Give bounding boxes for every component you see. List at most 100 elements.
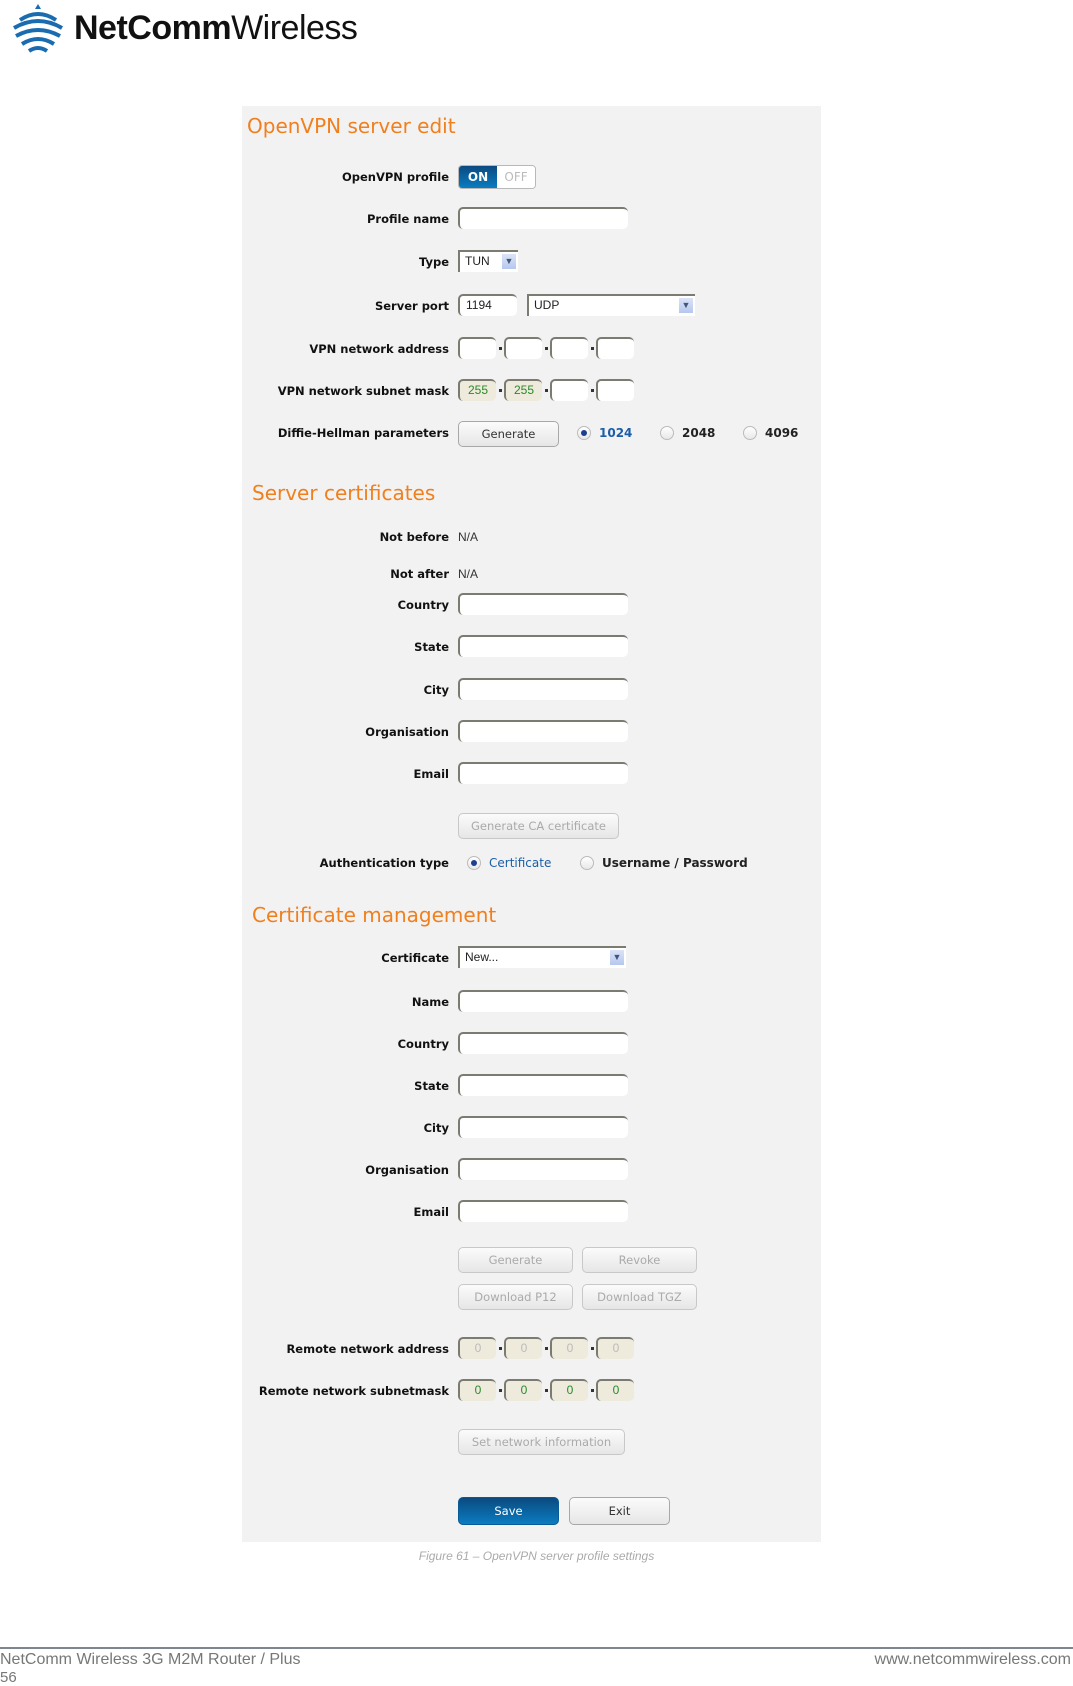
vpn-address-octet-2[interactable] [504,337,542,359]
brand-name: NetCommWireless [74,8,358,47]
footer-url[interactable]: www.netcommwireless.com [875,1651,1071,1669]
cert-revoke-button[interactable]: Revoke [582,1247,697,1273]
server-organisation-input[interactable] [458,720,628,742]
vpn-address-octet-3[interactable] [550,337,588,359]
dh-generate-button[interactable]: Generate [458,421,559,447]
label: Server port [374,299,449,313]
vpn-mask-octet-4[interactable] [596,379,634,401]
label: Organisation [365,725,449,739]
dh-radio-1024[interactable]: 1024 [577,426,632,440]
octet-separator [591,1389,594,1392]
figure-caption: Figure 61 – OpenVPN server profile setti… [418,1549,655,1563]
type-select[interactable]: TUN ▼ [458,250,518,272]
radio-label: 4096 [765,426,799,440]
vpn-address-octet-1[interactable] [458,337,496,359]
remote-mask-octet-1[interactable]: 0 [458,1379,496,1401]
dh-radio-2048[interactable]: 2048 [660,426,715,440]
server-email-input[interactable] [458,762,628,784]
octet-separator [499,1347,502,1350]
label: State [414,1079,449,1093]
label: City [423,683,449,697]
footer-product: NetComm Wireless 3G M2M Router / Plus [0,1651,301,1668]
profile-name-input[interactable] [458,207,628,229]
download-p12-button[interactable]: Download P12 [458,1284,573,1310]
vpn-address-octet-4[interactable] [596,337,634,359]
label: Not before [379,530,449,544]
cert-name-input[interactable] [458,990,628,1012]
cert-organisation-input[interactable] [458,1158,628,1180]
cert-state-input[interactable] [458,1074,628,1096]
vpn-mask-octet-2[interactable]: 255 [504,379,542,401]
dh-radio-4096[interactable]: 4096 [743,426,798,440]
exit-button[interactable]: Exit [569,1497,670,1525]
save-button[interactable]: Save [458,1497,559,1525]
chevron-down-icon: ▼ [502,254,516,269]
octet-separator [545,347,548,350]
row-not-before: Not before N/A [242,525,692,551]
label: Authentication type [319,856,449,870]
remote-address-octet-1[interactable]: 0 [458,1337,496,1359]
radio-circle[interactable] [743,426,757,440]
octet-separator [545,1347,548,1350]
row-cert-organisation: Organisation [242,1158,692,1184]
server-port-input[interactable]: 1194 [458,294,517,316]
octet-separator [545,1389,548,1392]
cert-email-input[interactable] [458,1200,628,1222]
label: Email [413,1205,449,1219]
remote-address-octet-2[interactable]: 0 [504,1337,542,1359]
openvpn-profile-toggle[interactable]: ON OFF [458,165,536,189]
row-server-port: Server port 1194 UDP ▼ [242,294,695,320]
server-state-input[interactable] [458,635,628,657]
label: VPN network subnet mask [277,384,449,398]
cert-country-input[interactable] [458,1032,628,1054]
remote-address-octet-3[interactable]: 0 [550,1337,588,1359]
row-remote-network-subnetmask: Remote network subnetmask 0 0 0 0 [242,1379,692,1405]
chevron-down-icon: ▼ [610,950,624,965]
row-openvpn-profile: OpenVPN profile ON OFF [242,165,692,191]
cert-generate-button[interactable]: Generate [458,1247,573,1273]
section-title-certificate-management: Certificate management [252,903,497,927]
cert-city-input[interactable] [458,1116,628,1138]
radio-circle[interactable] [580,856,594,870]
octet-separator [591,1347,594,1350]
radio-circle[interactable] [577,426,591,440]
octet-separator [591,389,594,392]
radio-circle[interactable] [467,856,481,870]
remote-mask-octet-3[interactable]: 0 [550,1379,588,1401]
octet-separator [499,389,502,392]
server-country-input[interactable] [458,593,628,615]
brand-logo: NetCommWireless [10,2,358,54]
row-cert-city: City [242,1116,692,1142]
generate-ca-certificate-button[interactable]: Generate CA certificate [458,813,619,839]
toggle-off[interactable]: OFF [497,166,535,188]
chevron-down-icon: ▼ [679,298,693,313]
radio-circle[interactable] [660,426,674,440]
row-type: Type TUN ▼ [242,250,692,276]
vpn-mask-octet-1[interactable]: 255 [458,379,496,401]
toggle-on[interactable]: ON [459,166,497,188]
label: Remote network subnetmask [258,1384,449,1398]
label: Diffie-Hellman parameters [277,426,449,440]
remote-address-octet-4[interactable]: 0 [596,1337,634,1359]
certificate-select[interactable]: New... ▼ [458,946,626,968]
set-network-information-button[interactable]: Set network information [458,1429,625,1455]
auth-radio-certificate[interactable]: Certificate [467,856,551,870]
vpn-mask-octet-3[interactable] [550,379,588,401]
remote-mask-octet-4[interactable]: 0 [596,1379,634,1401]
page-number: 56 [0,1669,17,1686]
protocol-value: UDP [534,298,560,312]
server-city-input[interactable] [458,678,628,700]
remote-mask-octet-2[interactable]: 0 [504,1379,542,1401]
openvpn-server-panel: OpenVPN server edit OpenVPN profile ON O… [242,106,821,1542]
radio-label: 1024 [599,426,633,440]
download-tgz-button[interactable]: Download TGZ [582,1284,697,1310]
octet-separator [545,389,548,392]
label: Profile name [367,212,449,226]
not-before-value: N/A [458,530,479,544]
octet-separator [591,347,594,350]
label: VPN network address [309,342,449,356]
protocol-select[interactable]: UDP ▼ [527,294,695,316]
section-title-openvpn: OpenVPN server edit [247,114,456,138]
auth-radio-username-password[interactable]: Username / Password [580,856,748,870]
row-remote-network-address: Remote network address 0 0 0 0 [242,1337,692,1363]
